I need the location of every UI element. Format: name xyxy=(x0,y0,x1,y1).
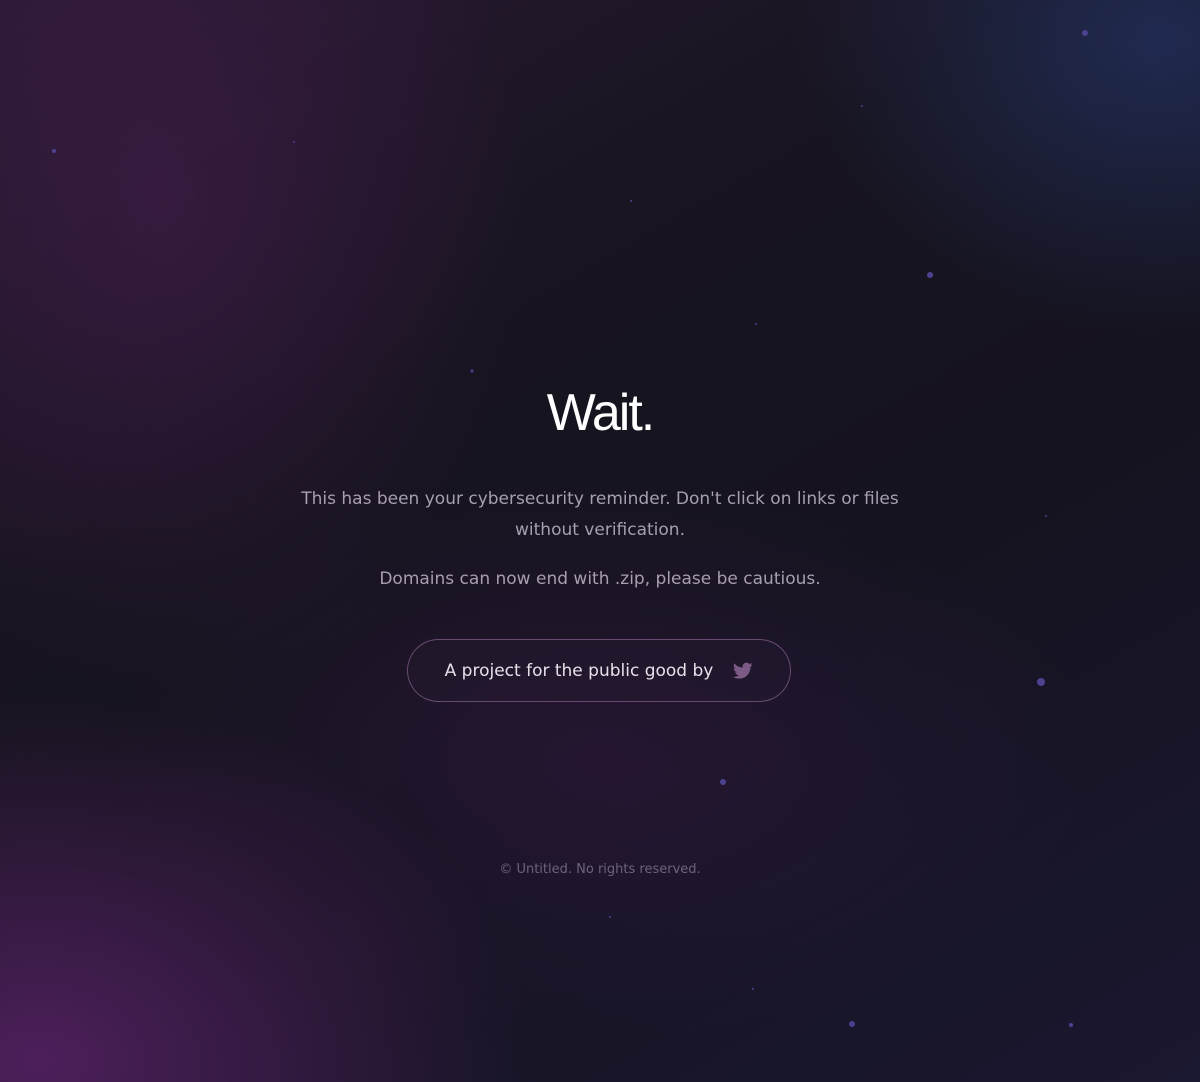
main-content: Wait. This has been your cybersecurity r… xyxy=(0,0,1200,1082)
credit-link-button[interactable]: A project for the public good by xyxy=(407,639,791,702)
footer-copyright: © Untitled. No rights reserved. xyxy=(499,862,701,877)
twitter-icon xyxy=(733,662,754,680)
zip-warning-text: Domains can now end with .zip, please be… xyxy=(379,569,821,589)
credit-label: A project for the public good by xyxy=(444,660,714,681)
reminder-text: This has been your cybersecurity reminde… xyxy=(301,489,899,540)
page-title: Wait. xyxy=(546,384,656,442)
